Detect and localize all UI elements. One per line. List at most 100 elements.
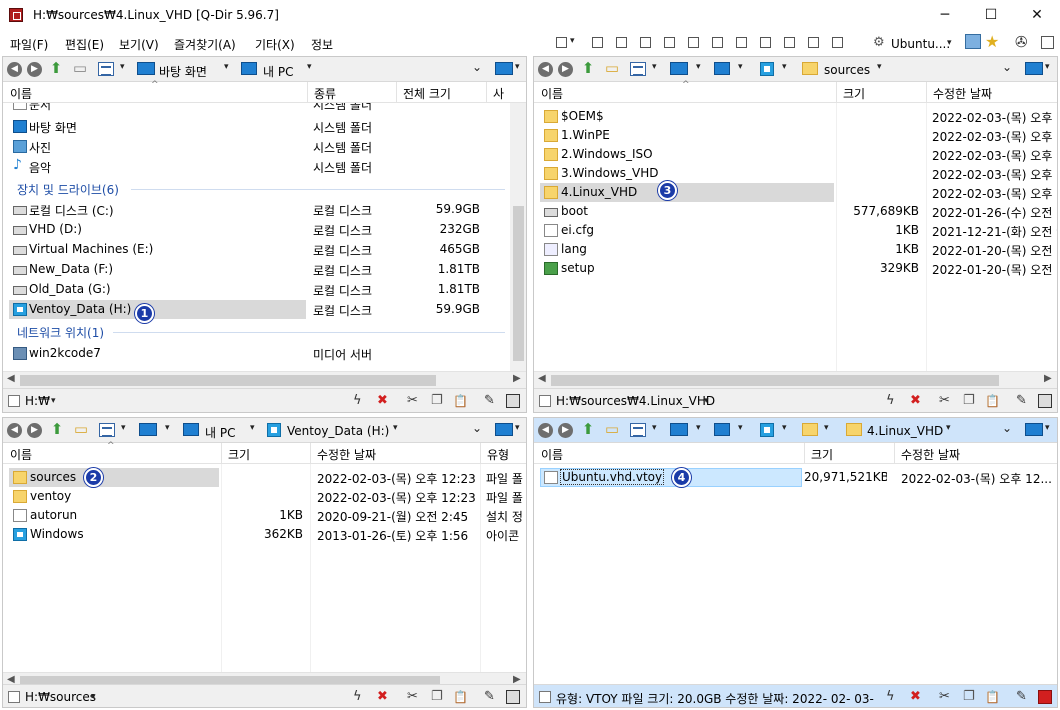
user-selector[interactable]: Ubuntu....: [891, 37, 950, 51]
chevron-down-icon[interactable]: ▾: [824, 423, 829, 433]
history-dropdown-icon[interactable]: ⌄: [472, 60, 482, 74]
menu-favorites[interactable]: 즐겨찾기(A): [174, 36, 236, 53]
column-divider[interactable]: [804, 443, 805, 464]
forward-button[interactable]: ▶: [27, 62, 42, 77]
list-item-selected[interactable]: Ventoy_Data (H:) 로컬 디스크 59.9GB: [3, 300, 509, 319]
chevron-down-icon[interactable]: ▾: [1045, 423, 1050, 433]
column-name[interactable]: 이름: [10, 85, 32, 102]
column-name[interactable]: 이름: [10, 446, 32, 463]
scroll-thumb[interactable]: [513, 206, 524, 361]
select-checkbox[interactable]: [539, 691, 551, 703]
chevron-down-icon[interactable]: ▾: [947, 38, 952, 48]
list-item[interactable]: setup 329KB 2022-01-20-(목) 오전 3: [534, 259, 1057, 278]
menu-edit[interactable]: 편집(E): [65, 36, 104, 53]
new-folder-icon[interactable]: ▭: [73, 421, 89, 438]
scroll-right-icon[interactable]: ▶: [1044, 373, 1052, 384]
paste-icon[interactable]: 📋: [453, 689, 468, 705]
chevron-down-icon[interactable]: ▾: [121, 423, 126, 433]
properties-icon[interactable]: [506, 690, 520, 704]
list-item[interactable]: $OEM$ 2022-02-03-(목) 오후 1: [534, 107, 1057, 126]
star-icon[interactable]: ★: [985, 32, 999, 51]
up-folder-icon[interactable]: ⬆: [48, 60, 64, 77]
lightning-icon[interactable]: ϟ: [886, 689, 895, 705]
lightning-icon[interactable]: ϟ: [353, 393, 362, 409]
column-divider[interactable]: [307, 82, 308, 103]
back-button[interactable]: ◀: [538, 423, 553, 438]
column-divider[interactable]: [480, 443, 481, 464]
history-dropdown-icon[interactable]: ⌄: [1002, 60, 1012, 74]
list-item[interactable]: lang 1KB 2022-01-20-(목) 오전 3: [534, 240, 1057, 259]
chevron-down-icon[interactable]: ▾: [782, 423, 787, 433]
layout-8-icon[interactable]: [760, 37, 771, 48]
chevron-down-icon[interactable]: ▾: [1045, 62, 1050, 72]
list-item[interactable]: 사진 시스템 폴더: [3, 137, 509, 156]
scroll-left-icon[interactable]: ◀: [7, 373, 15, 384]
column-name[interactable]: 이름: [541, 446, 563, 463]
breadcrumb-sources[interactable]: sources: [824, 63, 870, 77]
column-divider[interactable]: [926, 82, 927, 103]
layout-5-icon[interactable]: [688, 37, 699, 48]
list-item[interactable]: Windows 362KB 2013-01-26-(토) 오후 1:56 아이콘: [3, 525, 526, 544]
column-divider[interactable]: [486, 82, 487, 103]
layout-11-icon[interactable]: [832, 37, 843, 48]
breadcrumb-my-pc[interactable]: 내 PC: [205, 424, 235, 441]
column-divider[interactable]: [396, 82, 397, 103]
status-path[interactable]: H:₩sources: [25, 690, 96, 704]
status-info[interactable]: 유형: VTOY 파일 크기: 20.0GB 수정한 날짜: 2022- 02-…: [556, 690, 874, 707]
view-mode-icon[interactable]: [98, 62, 114, 76]
up-folder-icon[interactable]: ⬆: [580, 60, 596, 77]
history-dropdown-icon[interactable]: ⌄: [472, 421, 482, 435]
list-item[interactable]: ♪ 음악 시스템 폴더: [3, 157, 509, 176]
layout-6-icon[interactable]: [712, 37, 723, 48]
column-size[interactable]: 크기: [811, 446, 833, 463]
layout-2-icon[interactable]: [616, 37, 627, 48]
breadcrumb-my-pc[interactable]: 내 PC: [263, 63, 293, 80]
column-size[interactable]: 크기: [228, 446, 250, 463]
rename-icon[interactable]: ✎: [484, 689, 495, 705]
paste-icon[interactable]: 📋: [453, 393, 468, 409]
chevron-down-icon[interactable]: ▾: [515, 62, 520, 72]
column-divider[interactable]: [221, 443, 222, 464]
group-header-drives[interactable]: 장치 및 드라이브(6): [17, 181, 119, 198]
menu-view[interactable]: 보기(V): [119, 36, 159, 53]
chevron-down-icon[interactable]: ▾: [652, 62, 657, 72]
delete-icon[interactable]: ✖: [377, 689, 388, 705]
back-button[interactable]: ◀: [538, 62, 553, 77]
list-item[interactable]: Old_Data (G:) 로컬 디스크 1.81TB: [3, 280, 509, 299]
close-button[interactable]: ✕: [1014, 0, 1060, 31]
cut-icon[interactable]: ✂: [407, 689, 418, 705]
select-checkbox[interactable]: [8, 395, 20, 407]
chevron-down-icon[interactable]: ▾: [652, 423, 657, 433]
list-item[interactable]: VHD (D:) 로컬 디스크 232GB: [3, 220, 509, 239]
chevron-down-icon[interactable]: ▾: [946, 423, 951, 433]
new-folder-icon[interactable]: ▭: [604, 60, 620, 77]
list-item[interactable]: 문서 시스템 폴더: [3, 103, 509, 113]
minimize-button[interactable]: ─: [922, 0, 968, 31]
scroll-right-icon[interactable]: ▶: [513, 373, 521, 384]
properties-icon[interactable]: [1038, 394, 1052, 408]
monitor-icon[interactable]: [1025, 62, 1043, 75]
layout-1-icon[interactable]: [592, 37, 603, 48]
column-name[interactable]: 이름: [541, 85, 563, 102]
layout-3-icon[interactable]: [640, 37, 651, 48]
vertical-scrollbar[interactable]: [510, 103, 526, 371]
layout-4-icon[interactable]: [664, 37, 675, 48]
lightning-icon[interactable]: ϟ: [353, 689, 362, 705]
new-folder-icon[interactable]: ▭: [604, 421, 620, 438]
column-modified[interactable]: 수정한 날짜: [901, 446, 960, 463]
column-type[interactable]: 종류: [314, 85, 336, 102]
list-item-selected[interactable]: 4.Linux_VHD 2022-02-03-(목) 오후 1: [534, 183, 1057, 202]
list-item-selected[interactable]: sources 2022-02-03-(목) 오후 12:23 파일 폴: [3, 468, 526, 487]
list-item[interactable]: New_Data (F:) 로컬 디스크 1.81TB: [3, 260, 509, 279]
up-folder-icon[interactable]: ⬆: [49, 421, 65, 438]
column-type[interactable]: 유형: [487, 446, 509, 463]
select-checkbox[interactable]: [539, 395, 551, 407]
history-dropdown-icon[interactable]: ⌄: [1002, 421, 1012, 435]
maximize-button[interactable]: ☐: [968, 0, 1014, 31]
horizontal-scrollbar[interactable]: ◀ ▶: [3, 371, 526, 388]
list-item[interactable]: win2kcode7 미디어 서버: [3, 344, 509, 363]
layout-grid-icon[interactable]: [556, 37, 567, 48]
delete-icon[interactable]: ✖: [377, 393, 388, 409]
chevron-down-icon[interactable]: ▾: [515, 423, 520, 433]
delete-icon[interactable]: ✖: [910, 393, 921, 409]
